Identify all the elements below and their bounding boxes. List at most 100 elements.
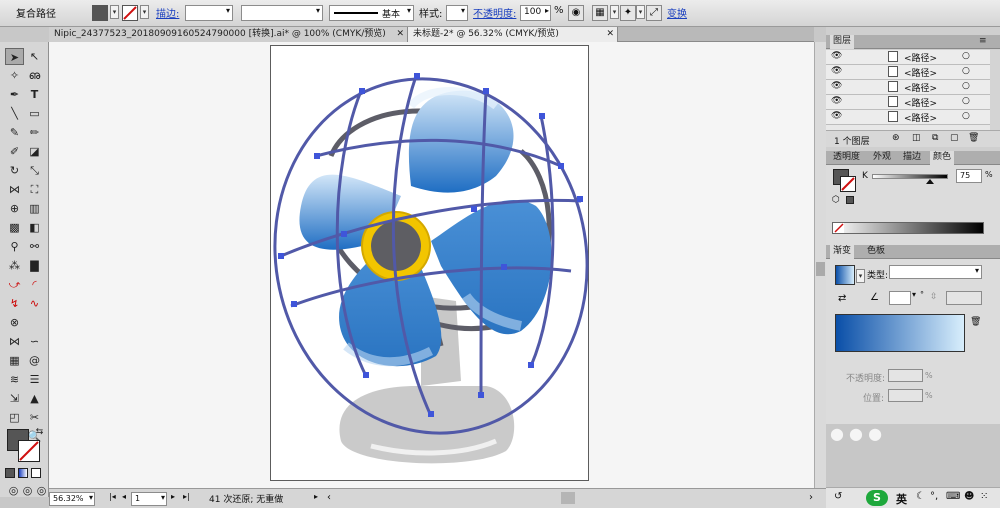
zoom-field[interactable]: 56.32% ▾ xyxy=(49,492,95,506)
stroke-dropdown[interactable]: ▾ xyxy=(140,5,149,19)
arc-tool-red-icon[interactable]: ◜ xyxy=(25,276,44,293)
sketch-tool-red-icon[interactable]: ↯ xyxy=(5,295,24,312)
tab-stroke[interactable]: 描边 xyxy=(900,151,924,165)
gradient-tool-icon[interactable]: ◧ xyxy=(25,219,44,236)
gradient-preview-bar[interactable] xyxy=(835,314,965,352)
wrinkle-tool-icon[interactable]: ≋ xyxy=(5,371,24,388)
scroll-right-icon[interactable]: › xyxy=(809,492,813,503)
gradient-swatch-dropdown[interactable]: ▾ xyxy=(856,269,865,283)
next-artboard-icon[interactable]: ▸ xyxy=(171,492,175,501)
column-graph-tool-icon[interactable]: ▇ xyxy=(25,257,44,274)
isolate-icon[interactable]: ⤢ xyxy=(646,5,662,21)
punctuation-icon[interactable]: °, xyxy=(930,491,938,502)
layers-scrollbar[interactable] xyxy=(990,50,1000,130)
scale-tool-icon[interactable]: ⤡ xyxy=(25,162,44,179)
wand-dropdown[interactable]: ▾ xyxy=(636,5,645,19)
document-tab-untitled[interactable]: 未标题-2* @ 56.32% (CMYK/预览) ✕ xyxy=(408,27,618,42)
mesh-tool-icon[interactable]: ▩ xyxy=(5,219,24,236)
sogou-ime-icon[interactable]: S xyxy=(866,490,888,506)
tab-layers[interactable]: 图层 xyxy=(830,35,855,49)
delete-layer-icon[interactable]: 🗑 xyxy=(968,133,979,143)
opacity-input[interactable]: 100 ▸ xyxy=(520,5,551,21)
paintbrush-tool-icon[interactable]: ✎ xyxy=(5,124,24,141)
first-artboard-icon[interactable]: |◂ xyxy=(109,492,116,501)
user-icon[interactable]: ☻ xyxy=(964,491,974,502)
pen-tool-icon[interactable]: ✒ xyxy=(5,86,24,103)
eye-icon[interactable]: 👁 xyxy=(831,96,842,106)
shape-builder-tool-icon[interactable]: ⊕ xyxy=(5,200,24,217)
align-icon[interactable]: ▦ xyxy=(592,5,608,21)
fill-swatch[interactable] xyxy=(92,5,108,21)
swap-fill-stroke-icon[interactable]: ⇆ xyxy=(30,424,49,441)
none-mode-icon[interactable] xyxy=(31,468,41,478)
align-dropdown[interactable]: ▾ xyxy=(610,5,619,19)
layer-row[interactable]: 👁 <路径> ○ xyxy=(826,95,990,110)
eye-icon[interactable]: 👁 xyxy=(831,111,842,121)
tab-swatches[interactable]: 色板 xyxy=(864,245,888,259)
moon-icon[interactable]: ☾ xyxy=(916,491,925,502)
stroke-swatch[interactable] xyxy=(122,5,138,21)
last-artboard-icon[interactable]: ▸| xyxy=(183,492,190,501)
reverse-gradient-icon[interactable]: ⇄ xyxy=(838,293,846,304)
blob-brush-tool-icon[interactable]: ✐ xyxy=(5,143,24,160)
recolor-icon[interactable]: ◉ xyxy=(568,5,584,21)
gradient-type-select[interactable]: ▾ xyxy=(889,265,982,279)
pencil-tool-icon[interactable]: ✏ xyxy=(25,124,44,141)
new-layer-icon[interactable]: ▢ xyxy=(950,133,959,143)
none-swatch-icon[interactable] xyxy=(834,223,844,233)
eye-icon[interactable]: 👁 xyxy=(831,81,842,91)
vertical-scrollbar[interactable] xyxy=(814,42,826,488)
perspective-grid-tool-icon[interactable]: ▥ xyxy=(25,200,44,217)
magic-wand-icon[interactable]: ✦ xyxy=(620,5,636,21)
out-of-gamut-icon[interactable]: ⬡ xyxy=(832,195,840,205)
graphic-style-field[interactable]: ▾ xyxy=(446,5,468,21)
target-circle-icon[interactable]: ○ xyxy=(962,66,970,76)
scroll-thumb[interactable] xyxy=(816,262,825,276)
fan-artwork[interactable] xyxy=(271,46,590,482)
eraser-tool-icon[interactable]: ◪ xyxy=(25,143,44,160)
spiral-tool-icon[interactable]: @ xyxy=(25,352,44,369)
tab-gradient[interactable]: 渐变 xyxy=(830,245,855,259)
transform-link[interactable]: 变换 xyxy=(667,5,687,20)
layer-row[interactable]: 👁 <路径> ○ xyxy=(826,50,990,65)
color-spectrum-bar[interactable] xyxy=(832,222,984,234)
color-stroke-box[interactable] xyxy=(840,176,856,192)
free-transform-tool-icon[interactable]: ⛶ xyxy=(25,181,44,198)
grid-tool-icon[interactable]: ▦ xyxy=(5,352,24,369)
target-circle-icon[interactable]: ○ xyxy=(962,51,970,61)
variable-width-field[interactable]: ▾ xyxy=(241,5,323,21)
layer-row[interactable]: 👁 <路径> ○ xyxy=(826,65,990,80)
direct-selection-tool-icon[interactable]: ↖ xyxy=(25,48,44,65)
wave-tool-red-icon[interactable]: ∿ xyxy=(25,295,44,312)
line-tool-icon[interactable]: ╲ xyxy=(5,105,24,122)
panel-menu-icon[interactable]: ≡ xyxy=(976,35,990,49)
list-tool-icon[interactable]: ☰ xyxy=(25,371,44,388)
close-icon[interactable]: ✕ xyxy=(396,27,404,41)
eye-icon[interactable]: 👁 xyxy=(831,51,842,61)
slice-tool-icon[interactable]: ◰ xyxy=(5,409,24,426)
angle-input[interactable] xyxy=(889,291,911,305)
artboard[interactable] xyxy=(270,45,589,481)
hscroll-thumb[interactable] xyxy=(561,492,575,504)
opacity-label-link[interactable]: 不透明度: xyxy=(473,5,516,20)
k-value-input[interactable]: 75 xyxy=(956,169,982,183)
tab-transparency[interactable]: 透明度 xyxy=(830,151,863,165)
target-circle-icon[interactable]: ○ xyxy=(962,111,970,121)
lasso-tool-icon[interactable]: ഌ xyxy=(25,67,44,84)
document-tab-nipic[interactable]: Nipic_24377523_20180909160524790000 [转换]… xyxy=(49,27,408,42)
type-tool-icon[interactable]: T xyxy=(25,86,44,103)
fill-dropdown[interactable]: ▾ xyxy=(110,5,119,19)
stroke-color-box[interactable] xyxy=(18,440,40,462)
rectangle-tool-icon[interactable]: ▭ xyxy=(25,105,44,122)
layer-row[interactable]: 👁 <路径> ○ xyxy=(826,110,990,125)
symbol-sprayer-tool-icon[interactable]: ⁂ xyxy=(5,257,24,274)
refresh-icon[interactable]: ↺ xyxy=(834,491,842,502)
new-sublayer-icon[interactable]: ⧉ xyxy=(932,133,938,143)
gradient-swatch[interactable] xyxy=(835,265,855,285)
delete-stop-icon[interactable]: 🗑 xyxy=(970,317,981,327)
target-circle-icon[interactable]: ○ xyxy=(962,96,970,106)
width-tool-icon[interactable]: ⋈ xyxy=(5,181,24,198)
eye-icon[interactable]: 👁 xyxy=(831,66,842,76)
blend-tool-icon[interactable]: ⚯ xyxy=(25,238,44,255)
stroke-weight-field[interactable]: ▾ xyxy=(185,5,233,21)
